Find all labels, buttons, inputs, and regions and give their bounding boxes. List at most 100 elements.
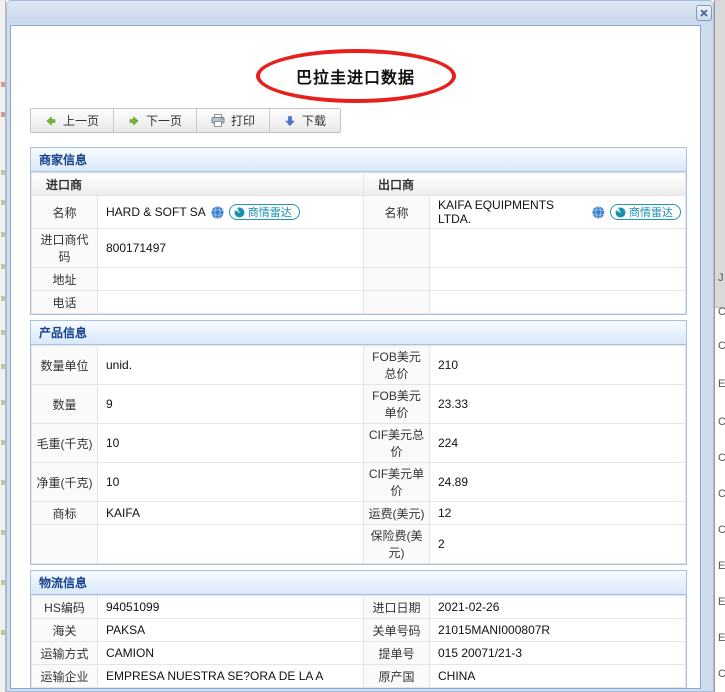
- field-value: 224: [429, 423, 686, 463]
- table-row: 电话: [31, 290, 686, 314]
- dialog-content-panel: 巴拉圭进口数据 上一页 下一页 打印 下载 商家信息 进口商 出口商 名称 HA…: [10, 25, 701, 689]
- table-row: 商标 KAIFA 运费(美元) 12: [31, 501, 686, 525]
- table-row: 运输企业 EMPRESA NUESTRA SE?ORA DE LA A 原产国 …: [31, 664, 686, 688]
- backdrop-icon: [1, 440, 5, 445]
- section-merchant-info: 商家信息 进口商 出口商 名称 HARD & SOFT SA 商情雷达 名称 K…: [30, 147, 687, 315]
- field-label: 名称: [31, 195, 98, 229]
- field-value: 210: [429, 345, 686, 385]
- field-label: [363, 290, 431, 314]
- field-label: CIF美元单价: [363, 462, 430, 502]
- field-label: 进口商代码: [31, 228, 98, 268]
- field-value: unid.: [97, 345, 364, 385]
- next-page-button[interactable]: 下一页: [113, 109, 196, 132]
- field-label: 货运公司所在国: [31, 687, 98, 688]
- red-ellipse-annotation: [255, 49, 456, 103]
- field-label: 数量: [31, 384, 98, 424]
- table-row: 毛重(千克) 10 CIF美元总价 224: [31, 423, 686, 463]
- field-value: 21015MANI000807R: [429, 618, 686, 642]
- field-label: 进口日期: [363, 595, 430, 619]
- radar-icon: [234, 207, 245, 217]
- field-value: 12: [429, 501, 686, 525]
- field-value: [429, 290, 686, 314]
- field-label: 运输企业: [31, 664, 98, 688]
- importer-header: 进口商: [30, 172, 365, 196]
- field-value: 2: [429, 524, 686, 564]
- business-radar-badge[interactable]: 商情雷达: [228, 204, 300, 220]
- field-value: [97, 524, 364, 564]
- table-row: 净重(千克) 10 CIF美元单价 24.89: [31, 462, 686, 502]
- field-value: [96, 290, 365, 314]
- download-button[interactable]: 下载: [269, 109, 340, 132]
- backdrop-icon: [1, 480, 5, 485]
- close-button[interactable]: [696, 5, 712, 21]
- field-label: CIF美元总价: [363, 423, 430, 463]
- field-value: [429, 267, 686, 291]
- close-icon: [700, 9, 708, 17]
- backdrop-text-fragment: C: [718, 668, 725, 680]
- printer-icon: [211, 114, 225, 127]
- arrow-left-icon: [46, 115, 56, 126]
- field-value: 015 20071/21-3: [429, 641, 686, 665]
- globe-icon[interactable]: [592, 205, 605, 219]
- field-value: [96, 267, 365, 291]
- globe-icon[interactable]: [211, 205, 224, 219]
- radar-icon: [615, 207, 626, 217]
- exporter-name: KAIFA EQUIPMENTS LTDA.: [438, 198, 555, 226]
- field-label: 关单号码: [363, 618, 430, 642]
- field-value: [429, 228, 686, 268]
- sections: 商家信息 进口商 出口商 名称 HARD & SOFT SA 商情雷达 名称 K…: [30, 147, 687, 688]
- backdrop-text-fragment: C: [718, 452, 725, 464]
- merchant-table: 进口商 出口商 名称 HARD & SOFT SA 商情雷达 名称 KAIFA …: [30, 172, 686, 314]
- field-value: 9: [97, 384, 364, 424]
- backdrop-text-fragment: C: [718, 488, 725, 500]
- field-label: 贸易国: [363, 687, 430, 688]
- import-data-dialog: 巴拉圭进口数据 上一页 下一页 打印 下载 商家信息 进口商 出口商 名称 HA…: [6, 0, 714, 692]
- backdrop-text-fragment: E: [718, 596, 725, 608]
- field-value: HARD & SOFT SA 商情雷达: [96, 195, 365, 229]
- backdrop-right-strip: J C C E C C C C E E E C: [714, 0, 725, 692]
- backdrop-icon: [1, 580, 5, 585]
- backdrop-text-fragment: C: [718, 416, 725, 428]
- field-label: 提单号: [363, 641, 430, 665]
- backdrop-icon: [1, 112, 5, 117]
- section-header: 物流信息: [31, 571, 686, 595]
- backdrop-icon: [1, 530, 5, 535]
- backdrop-text-fragment: C: [718, 306, 725, 318]
- table-row: 海关 PAKSA 关单号码 21015MANI000807R: [31, 618, 686, 642]
- field-value: 23.33: [429, 384, 686, 424]
- prev-page-label: 上一页: [63, 114, 100, 128]
- table-row: 运输方式 CAMION 提单号 015 20071/21-3: [31, 641, 686, 665]
- table-row: 数量 9 FOB美元单价 23.33: [31, 384, 686, 424]
- title-area: 巴拉圭进口数据: [11, 46, 700, 106]
- backdrop-icon: [1, 630, 5, 635]
- arrow-down-icon: [285, 115, 295, 126]
- backdrop-icon: [1, 232, 5, 237]
- backdrop-icon: [1, 296, 5, 301]
- field-value: 24.89: [429, 462, 686, 502]
- field-value: CAMION: [97, 641, 364, 665]
- table-row: 进口商 出口商: [30, 172, 686, 196]
- field-label: 数量单位: [31, 345, 98, 385]
- print-button[interactable]: 打印: [196, 109, 269, 132]
- backdrop-icon: [1, 200, 5, 205]
- field-value: 800171497: [96, 228, 365, 268]
- field-label: 毛重(千克): [31, 423, 98, 463]
- field-label: 电话: [31, 290, 98, 314]
- arrow-right-icon: [129, 115, 139, 126]
- field-value: CHINA: [429, 664, 686, 688]
- field-value: PAKSA: [97, 618, 364, 642]
- backdrop-icon: [1, 400, 5, 405]
- field-label: 运费(美元): [363, 501, 430, 525]
- logistics-table: HS编码 94051099 进口日期 2021-02-26 海关 PAKSA 关…: [31, 595, 686, 688]
- backdrop-text-fragment: C: [718, 340, 725, 352]
- field-value: EMPRESA NUESTRA SE?ORA DE LA A: [97, 664, 364, 688]
- table-row: 保险费(美元) 2: [31, 524, 686, 564]
- field-label: 名称: [363, 195, 431, 229]
- prev-page-button[interactable]: 上一页: [31, 109, 113, 132]
- business-radar-badge[interactable]: 商情雷达: [610, 204, 681, 220]
- print-label: 打印: [231, 114, 256, 128]
- badge-label: 商情雷达: [629, 207, 673, 219]
- field-label: FOB美元单价: [363, 384, 430, 424]
- field-label: 保险费(美元): [363, 524, 430, 564]
- field-label: 原产国: [363, 664, 430, 688]
